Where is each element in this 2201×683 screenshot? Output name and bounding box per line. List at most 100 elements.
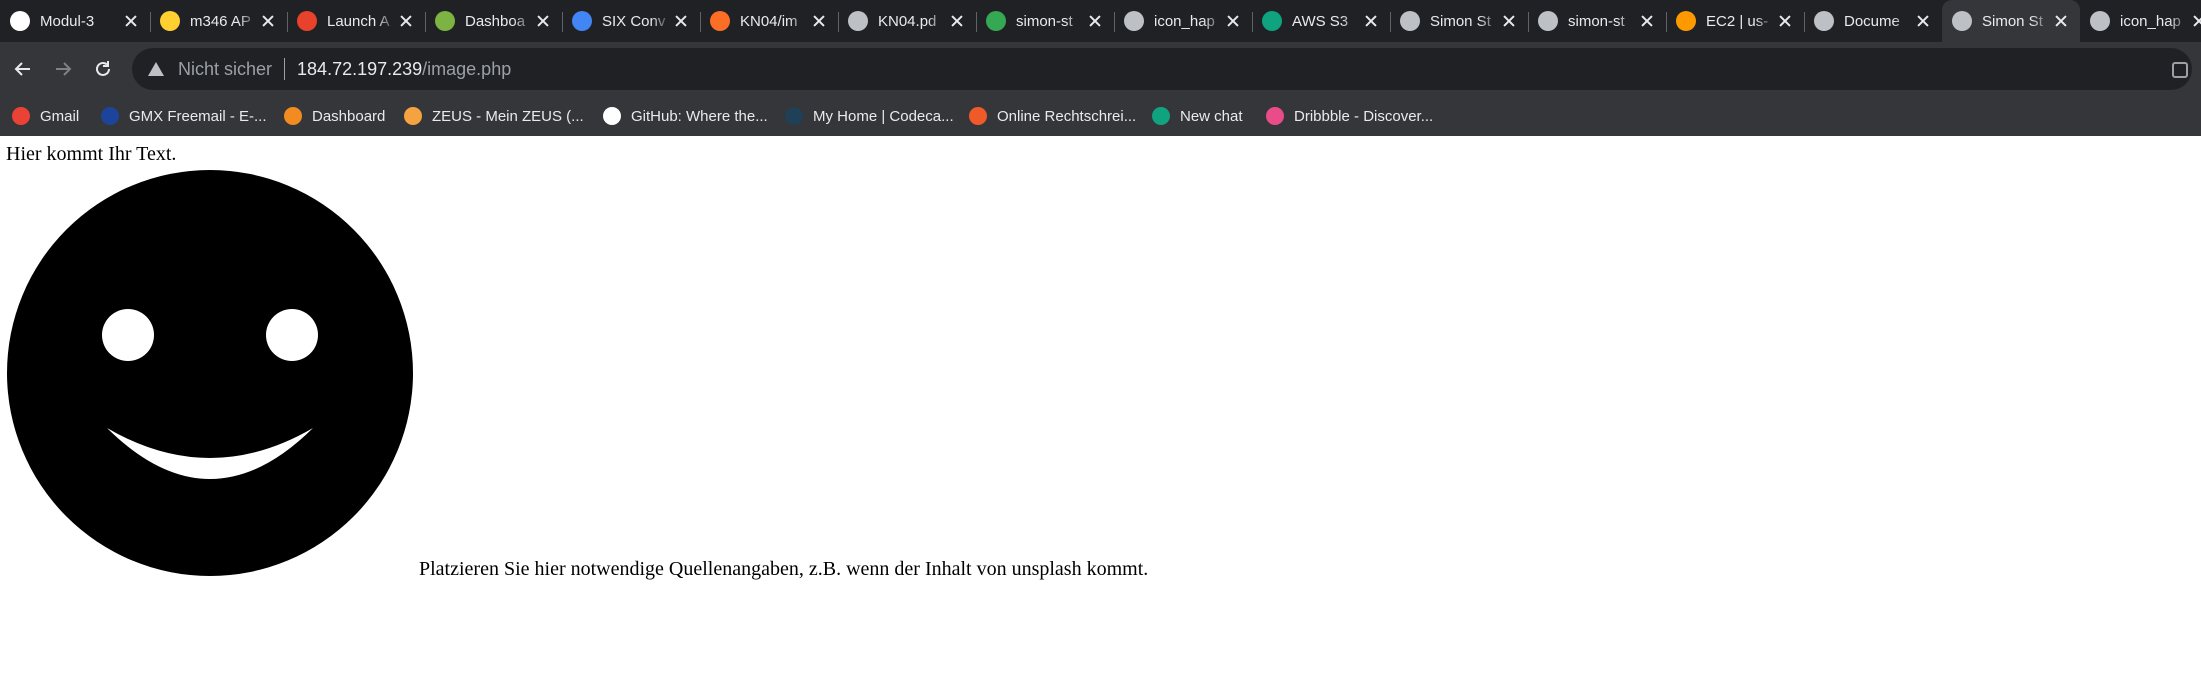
tab-title: Simon St [1430,12,1491,30]
close-icon[interactable] [810,12,828,30]
bookmark-1[interactable]: Gmail [12,96,79,136]
tab-title: KN04/im [740,12,798,30]
bookmark-label: My Home | Codeca... [813,107,954,125]
tab-title: KN04.pd [878,12,937,30]
tab-16[interactable]: icon_hap [2080,0,2201,42]
close-icon[interactable] [672,12,690,30]
close-icon[interactable] [948,12,966,30]
bookmark-2[interactable]: GMX Freemail - E-... [101,96,267,136]
tab-7[interactable]: KN04.pd [838,0,977,42]
tab-title: simon-st [1016,12,1073,30]
url-path[interactable]: /image.php [422,59,511,80]
bookmarks-bar: Gmail GMX Freemail - E-... Dashboard ZEUS -… [0,96,2201,136]
bookmark-label: Online Rechtschrei... [997,107,1137,125]
zeus-icon [404,107,422,125]
bookmark-8[interactable]: New chat [1152,96,1243,136]
bookmark-label: GMX Freemail - E-... [129,107,267,125]
page-content: Hier kommt Ihr Text. Platzieren Sie hier… [0,136,2201,683]
gmx-icon [101,107,119,125]
gmail-icon [12,107,30,125]
back-button[interactable] [8,54,38,84]
tab-title: m346 AP [190,12,251,30]
tab-10[interactable]: AWS S3 [1252,0,1391,42]
tab-title: SIX Conv [602,12,666,30]
globe-icon [1124,11,1144,31]
tab-title: Modul-3 [40,12,95,30]
bookmark-4[interactable]: ZEUS - Mein ZEUS (... [404,96,584,136]
close-icon[interactable] [2190,12,2201,30]
tab-title: icon_hap [1154,12,1215,30]
github-icon [603,107,621,125]
tab-11[interactable]: Simon St [1390,0,1529,42]
close-icon[interactable] [534,12,552,30]
globe-icon [848,11,868,31]
tab-title: icon_hap [2120,12,2181,30]
arrow-left-icon [14,62,30,76]
close-icon[interactable] [122,12,140,30]
tab-strip: Modul-3 m346 AP Launch A Dashboa SIX Conv KN0… [0,0,2201,42]
share-icon[interactable] [2172,62,2188,78]
divider [284,58,286,80]
chatgpt-icon [1152,107,1170,125]
bookmark-label: GitHub: Where the... [631,107,768,125]
tab-15[interactable]: Simon St [1942,0,2080,42]
tab-4[interactable]: Dashboa [425,0,563,42]
bookmark-label: ZEUS - Mein ZEUS (... [432,107,584,125]
bookmark-label: Gmail [40,107,80,125]
tab-title: EC2 | us- [1706,12,1769,30]
close-icon[interactable] [1638,12,1656,30]
dashboard-icon [284,107,302,125]
close-icon[interactable] [397,12,415,30]
bookmark-5[interactable]: GitHub: Where the... [603,96,768,136]
url-host[interactable]: 184.72.197.239 [297,59,422,80]
github-icon [10,11,30,31]
tab-1[interactable]: Modul-3 [0,0,151,42]
tab-8[interactable]: simon-st [976,0,1115,42]
close-icon[interactable] [1776,12,1794,30]
smiley-face-image [7,170,413,576]
bookmark-9[interactable]: Dribbble - Discover... [1266,96,1433,136]
tab-13[interactable]: EC2 | us- [1666,0,1805,42]
tab-title: Launch A [327,12,390,30]
close-icon[interactable] [1362,12,1380,30]
tab-9[interactable]: icon_hap [1114,0,1253,42]
bookmark-7[interactable]: Online Rechtschrei... [969,96,1136,136]
reload-icon [96,61,110,76]
miro-icon [160,11,180,31]
close-icon[interactable] [259,12,277,30]
gitlab-icon [710,11,730,31]
bookmark-3[interactable]: Dashboard [284,96,385,136]
close-icon[interactable] [1224,12,1242,30]
tab-12[interactable]: simon-st [1528,0,1667,42]
close-icon[interactable] [1500,12,1518,30]
tab-5[interactable]: SIX Conv [562,0,701,42]
arrow-right-icon [56,62,72,76]
tab-3[interactable]: Launch A [287,0,426,42]
key-icon [435,11,455,31]
address-bar[interactable]: Nicht sicher 184.72.197.239/image.php [132,48,2192,90]
close-icon[interactable] [1914,12,1932,30]
forward-button[interactable] [48,54,78,84]
bookmark-label: New chat [1180,107,1243,125]
close-icon[interactable] [2052,12,2070,30]
tab-title: Docume [1844,12,1900,30]
chatgpt-icon [1262,11,1282,31]
right-eye [266,309,318,361]
tab-6[interactable]: KN04/im [700,0,839,42]
security-label[interactable]: Nicht sicher [178,59,272,80]
close-icon[interactable] [1086,12,1104,30]
source-credit: Platzieren Sie hier notwendige Quellenan… [419,558,1149,580]
reload-button[interactable] [88,54,118,84]
face-circle [7,170,413,576]
bookmark-label: Dashboard [312,107,386,125]
page-text: Hier kommt Ihr Text. [6,143,177,165]
left-eye [102,309,154,361]
globe-icon [1952,11,1972,31]
tab-title: AWS S3 [1292,12,1349,30]
bookmark-6[interactable]: My Home | Codeca... [785,96,954,136]
tab-2[interactable]: m346 AP [150,0,288,42]
bookmark-label: Dribbble - Discover... [1294,107,1434,125]
dribbble-icon [1266,107,1284,125]
launch-icon [297,11,317,31]
tab-14[interactable]: Docume [1804,0,1943,42]
